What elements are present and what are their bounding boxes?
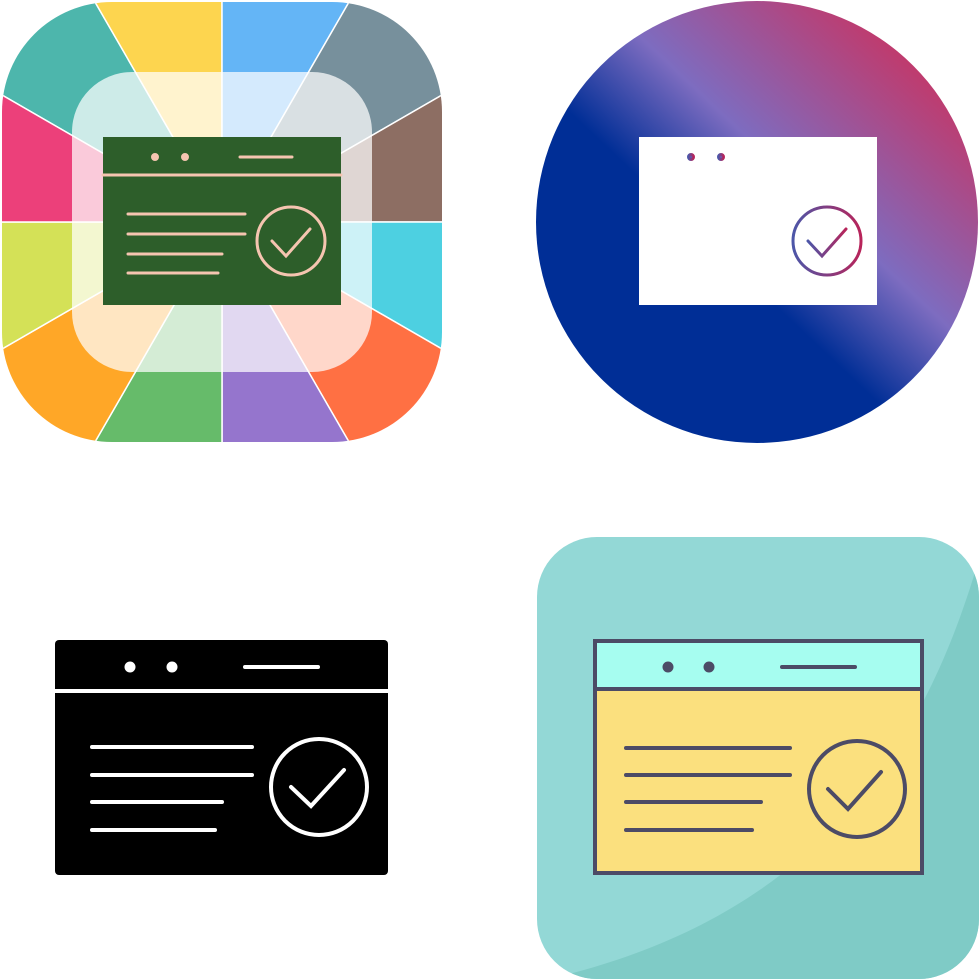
window-dot-icon <box>124 661 136 673</box>
window-dot-icon <box>662 661 674 673</box>
window-dot-icon <box>703 661 715 673</box>
glyph-browser-check-icon <box>40 620 410 890</box>
window-dot-icon <box>181 153 189 161</box>
browser-window-icon <box>55 640 388 875</box>
colorful-browser-check-icon <box>0 0 445 445</box>
window-dot-icon <box>166 661 178 673</box>
window-dot-icon <box>151 153 159 161</box>
browser-header <box>597 643 920 688</box>
window-dot-icon <box>687 153 695 161</box>
browser-window-icon <box>103 137 341 305</box>
window-dot-icon <box>717 153 725 161</box>
gradient-browser-check-icon <box>535 0 980 445</box>
browser-window-icon <box>639 137 877 305</box>
flat-browser-check-icon <box>535 535 980 980</box>
